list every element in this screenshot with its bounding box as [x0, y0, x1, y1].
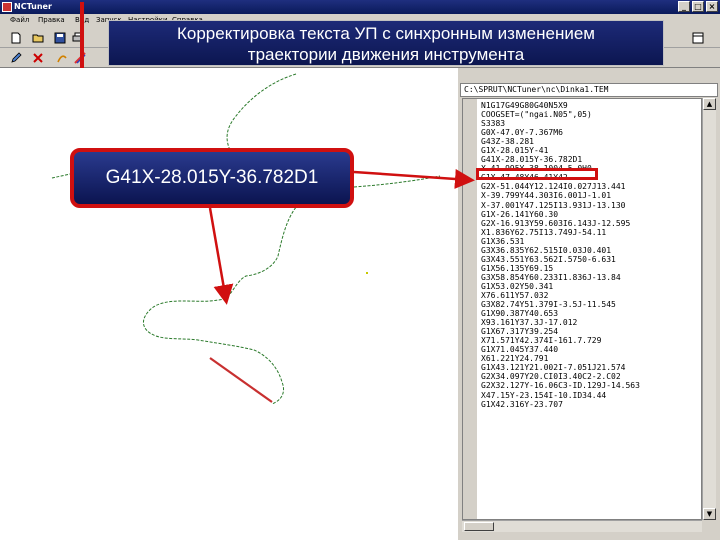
arrow-to-code	[353, 168, 475, 189]
code-callout: G41X-28.015Y-36.782D1	[70, 148, 354, 208]
arrow-to-path	[208, 207, 234, 305]
callout-arrows	[208, 168, 475, 305]
